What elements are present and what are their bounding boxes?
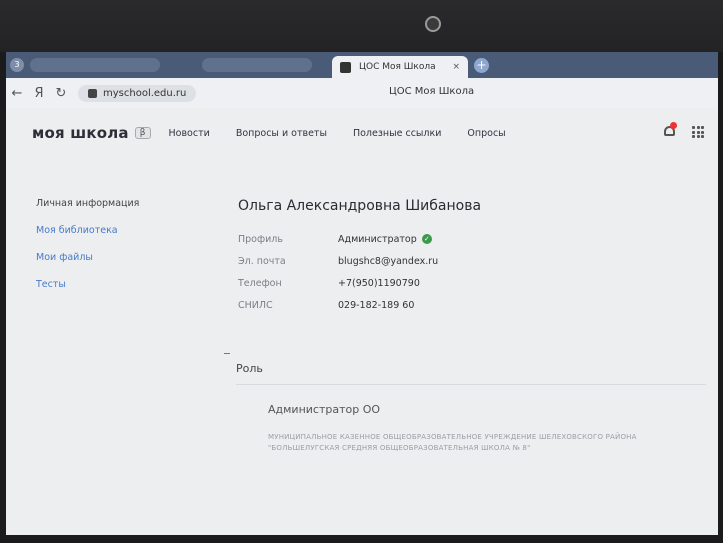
lock-icon — [88, 88, 97, 98]
nav-news[interactable]: Новости — [169, 128, 210, 139]
tab-bar: 3 ЦОС Моя Школа × + — [6, 52, 718, 78]
info-row-phone: Телефон +7(950)1190790 — [238, 272, 481, 294]
snils-value: 029-182-189 60 — [338, 299, 415, 311]
profile-main: Ольга Александровна Шибанова Профиль Адм… — [238, 198, 481, 316]
role-heading: Роль — [236, 362, 263, 375]
url-field[interactable]: myschool.edu.ru — [78, 84, 197, 102]
tab-inactive-1[interactable] — [30, 58, 160, 72]
apps-grid-icon[interactable] — [692, 126, 704, 138]
url-text: myschool.edu.ru — [103, 87, 187, 99]
sidebar-item-files[interactable]: Мои файлы — [36, 252, 139, 264]
notification-dot — [670, 122, 677, 129]
webcam-icon — [425, 16, 441, 32]
sidebar-item-tests[interactable]: Тесты — [36, 279, 139, 291]
tab-close-icon[interactable]: × — [452, 62, 468, 72]
info-value: Администратор ✓ — [338, 234, 432, 245]
verified-check-icon: ✓ — [421, 234, 432, 244]
user-full-name: Ольга Александровна Шибанова — [238, 198, 482, 214]
phone-value: +7(950)1190790 — [338, 277, 420, 289]
tab-inactive-2[interactable] — [202, 58, 312, 72]
nav-surveys[interactable]: Опросы — [467, 128, 505, 139]
new-tab-button[interactable]: + — [474, 58, 489, 73]
main-nav: Новости Вопросы и ответы Полезные ссылки… — [169, 128, 506, 139]
info-label: Профиль — [238, 233, 283, 245]
site-favicon-icon — [340, 61, 351, 73]
info-label: Телефон — [238, 277, 282, 289]
organization-name: МУНИЦИПАЛЬНОЕ КАЗЕННОЕ ОБЩЕОБРАЗОВАТЕЛЬН… — [268, 433, 637, 452]
info-row-snils: СНИЛС 029-182-189 60 — [238, 294, 481, 316]
yandex-icon[interactable]: Я — [28, 86, 50, 101]
beta-badge: β — [134, 127, 151, 139]
browser-window: 3 ЦОС Моя Школа × + ← Я ↻ myschool.edu.r… — [6, 52, 718, 535]
info-row-email: Эл. почта blugshc8@yandex.ru — [238, 250, 481, 272]
reload-icon[interactable]: ↻ — [50, 86, 72, 101]
back-arrow-icon[interactable]: ← — [6, 86, 28, 101]
email-value: blugshc8@yandex.ru — [338, 255, 439, 267]
laptop-bezel-top — [0, 0, 723, 52]
info-label: Эл. почта — [238, 255, 286, 267]
site-logo[interactable]: моя школа — [32, 124, 129, 142]
profile-role-value: Администратор — [338, 233, 417, 245]
nav-useful-links[interactable]: Полезные ссылки — [353, 128, 441, 139]
laptop-bezel-bottom — [0, 535, 723, 543]
sidebar-item-personal-info[interactable]: Личная информация — [36, 198, 139, 210]
address-bar: ← Я ↻ myschool.edu.ru ЦОС Моя Школа — [6, 78, 718, 108]
site-header: моя школа β Новости Вопросы и ответы Пол… — [6, 108, 718, 158]
tab-title: ЦОС Моя Школа — [359, 62, 436, 72]
profile-sidebar: Личная информация Моя библиотека Мои фай… — [36, 198, 139, 306]
sidebar-item-library[interactable]: Моя библиотека — [36, 225, 139, 237]
tab-count-badge[interactable]: 3 — [10, 58, 24, 72]
role-name: Администратор ОО — [268, 403, 381, 416]
notification-bell-icon[interactable] — [663, 122, 677, 138]
info-label: СНИЛС — [238, 299, 273, 311]
role-divider — [236, 384, 706, 385]
page-title: ЦОС Моя Школа — [389, 86, 475, 97]
divider-mark — [224, 353, 230, 354]
tab-active[interactable]: ЦОС Моя Школа × — [332, 56, 468, 78]
info-row-profile: Профиль Администратор ✓ — [238, 228, 481, 250]
nav-faq[interactable]: Вопросы и ответы — [236, 128, 327, 139]
